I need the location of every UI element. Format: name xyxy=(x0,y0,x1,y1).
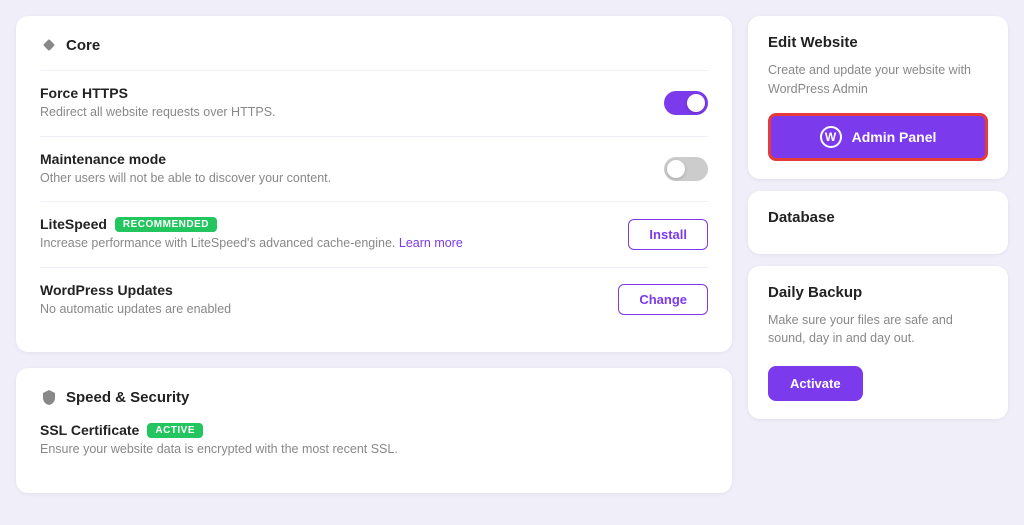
activate-button[interactable]: Activate xyxy=(768,366,863,401)
wordpress-updates-change-button[interactable]: Change xyxy=(618,284,708,315)
left-column: Core Force HTTPS Redirect all website re… xyxy=(16,16,732,509)
core-card: Core Force HTTPS Redirect all website re… xyxy=(16,16,732,352)
speed-security-title: Speed & Security xyxy=(40,388,708,406)
litespeed-install-button[interactable]: Install xyxy=(628,219,708,250)
daily-backup-title: Daily Backup xyxy=(768,284,988,301)
ssl-active-badge: ACTIVE xyxy=(147,423,203,438)
wordpress-updates-row: WordPress Updates No automatic updates a… xyxy=(40,267,708,333)
litespeed-label: LiteSpeed RECOMMENDED xyxy=(40,216,612,232)
wordpress-updates-desc: No automatic updates are enabled xyxy=(40,301,602,319)
maintenance-mode-desc: Other users will not be able to discover… xyxy=(40,170,648,188)
wordpress-icon: W xyxy=(820,126,842,148)
admin-panel-button[interactable]: W Admin Panel xyxy=(768,113,988,161)
maintenance-mode-row: Maintenance mode Other users will not be… xyxy=(40,136,708,202)
edit-website-title: Edit Website xyxy=(768,34,988,51)
litespeed-badge: RECOMMENDED xyxy=(115,217,217,232)
force-https-info: Force HTTPS Redirect all website request… xyxy=(40,85,664,122)
litespeed-row: LiteSpeed RECOMMENDED Increase performan… xyxy=(40,201,708,267)
edit-website-desc: Create and update your website with Word… xyxy=(768,61,988,99)
ssl-certificate-label: SSL Certificate ACTIVE xyxy=(40,422,692,438)
maintenance-mode-info: Maintenance mode Other users will not be… xyxy=(40,151,664,188)
wordpress-updates-label: WordPress Updates xyxy=(40,282,602,298)
speed-security-card: Speed & Security SSL Certificate ACTIVE … xyxy=(16,368,732,493)
force-https-label: Force HTTPS xyxy=(40,85,648,101)
litespeed-desc: Increase performance with LiteSpeed's ad… xyxy=(40,235,612,253)
litespeed-learn-more[interactable]: Learn more xyxy=(399,236,463,250)
force-https-toggle[interactable] xyxy=(664,91,708,115)
force-https-desc: Redirect all website requests over HTTPS… xyxy=(40,104,648,122)
ssl-certificate-desc: Ensure your website data is encrypted wi… xyxy=(40,441,692,459)
core-card-title: Core xyxy=(40,36,708,54)
litespeed-info: LiteSpeed RECOMMENDED Increase performan… xyxy=(40,216,628,253)
daily-backup-card: Daily Backup Make sure your files are sa… xyxy=(748,266,1008,420)
force-https-row: Force HTTPS Redirect all website request… xyxy=(40,70,708,136)
daily-backup-desc: Make sure your files are safe and sound,… xyxy=(768,311,988,349)
maintenance-mode-toggle[interactable] xyxy=(664,157,708,181)
shield-icon xyxy=(40,388,58,406)
maintenance-mode-thumb xyxy=(667,160,685,178)
maintenance-mode-label: Maintenance mode xyxy=(40,151,648,167)
diamond-icon xyxy=(40,36,58,54)
wordpress-updates-info: WordPress Updates No automatic updates a… xyxy=(40,282,618,319)
ssl-certificate-row: SSL Certificate ACTIVE Ensure your websi… xyxy=(40,422,708,473)
database-title: Database xyxy=(768,209,988,226)
edit-website-card: Edit Website Create and update your webs… xyxy=(748,16,1008,179)
database-card: Database xyxy=(748,191,1008,254)
ssl-certificate-info: SSL Certificate ACTIVE Ensure your websi… xyxy=(40,422,708,459)
right-column: Edit Website Create and update your webs… xyxy=(748,16,1008,509)
